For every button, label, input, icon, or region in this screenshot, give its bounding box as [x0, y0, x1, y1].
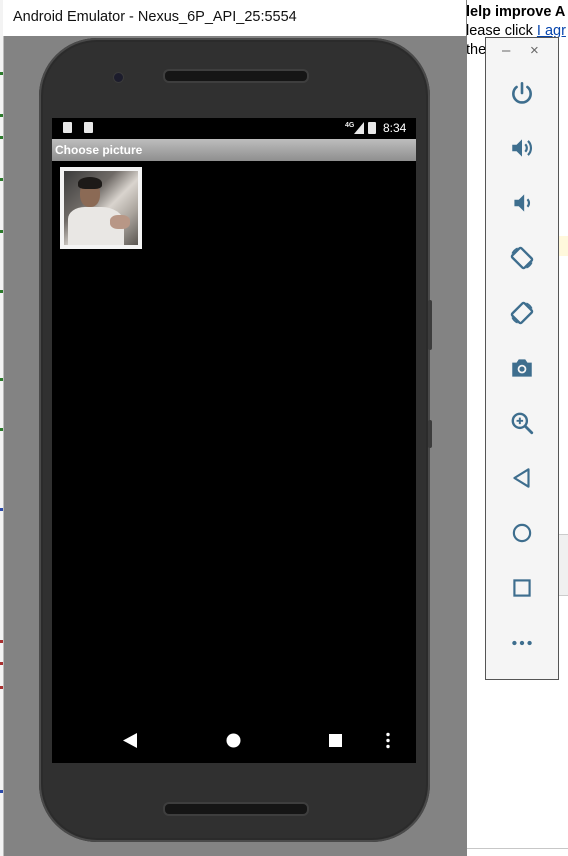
more-icon — [512, 640, 532, 646]
nav-home-icon[interactable] — [226, 733, 241, 748]
power-button[interactable] — [502, 73, 542, 113]
nav-menu-icon[interactable] — [385, 732, 391, 749]
front-camera — [113, 72, 124, 83]
overview-icon — [513, 579, 531, 597]
highlight-band — [558, 236, 568, 256]
power-icon — [512, 81, 532, 104]
volume-up-icon — [512, 139, 532, 157]
home-button[interactable] — [502, 513, 542, 553]
status-time: 8:34 — [383, 121, 407, 135]
app-title: Choose picture — [55, 143, 143, 157]
rotate-left-icon — [510, 246, 534, 270]
background-text: the — [466, 42, 487, 58]
camera-icon — [512, 359, 532, 377]
network-indicator: 4G — [345, 122, 355, 129]
toolbar-minimize-button[interactable]: – — [502, 42, 510, 59]
divider — [466, 848, 568, 849]
window-title: Android Emulator - Nexus_6P_API_25:5554 — [13, 9, 297, 25]
photo-image — [64, 171, 138, 245]
home-icon — [512, 523, 532, 543]
phone-power-button[interactable] — [428, 300, 432, 350]
sd-card-icon — [63, 122, 72, 133]
photo-thumbnail[interactable] — [60, 167, 142, 249]
volume-up-button[interactable] — [502, 128, 542, 168]
background-heading: lelp improve A — [466, 4, 566, 20]
screenshot-button[interactable] — [502, 348, 542, 388]
overview-button[interactable] — [502, 568, 542, 608]
rotate-right-icon — [510, 301, 534, 325]
zoom-button[interactable] — [502, 403, 542, 443]
nav-recents-icon[interactable] — [329, 734, 342, 747]
signal-icon — [354, 122, 364, 134]
zoom-icon — [511, 412, 534, 435]
volume-down-button[interactable] — [502, 183, 542, 223]
nav-back-icon[interactable] — [123, 733, 137, 748]
toolbar-close-button[interactable]: × — [530, 42, 539, 59]
battery-icon — [368, 122, 376, 134]
top-speaker — [163, 69, 309, 83]
keyboard-icon — [84, 122, 93, 133]
bottom-speaker — [163, 802, 309, 816]
rotate-left-button[interactable] — [502, 238, 542, 278]
rotate-right-button[interactable] — [502, 293, 542, 333]
back-icon — [513, 468, 530, 488]
more-button[interactable] — [502, 623, 542, 663]
volume-down-icon — [514, 194, 530, 212]
background-panel — [558, 534, 568, 596]
back-button[interactable] — [502, 458, 542, 498]
phone-volume-button[interactable] — [428, 420, 432, 448]
